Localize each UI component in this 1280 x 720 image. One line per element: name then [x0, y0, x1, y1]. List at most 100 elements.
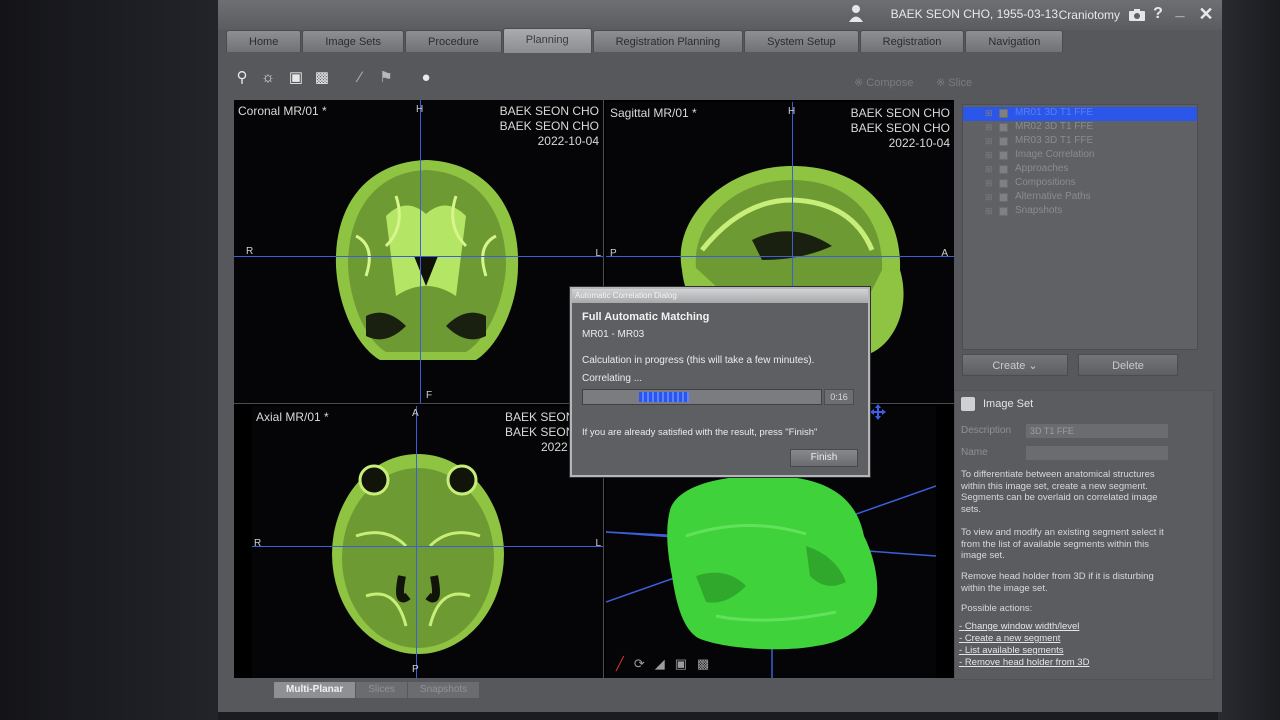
expand-icon[interactable]: ⊞ — [985, 150, 993, 161]
flag-icon[interactable]: ⚑ — [376, 68, 396, 88]
stamp-icon[interactable]: ▩ — [312, 68, 332, 88]
action-link[interactable]: - List available segments — [959, 645, 1064, 657]
tree-item[interactable]: ⊞ MR02 3D T1 FFE — [963, 121, 1197, 135]
tab-snapshots[interactable]: Snapshots — [407, 682, 480, 698]
action-link-label: Remove head holder from 3D — [964, 657, 1090, 668]
action-link[interactable]: - Create a new segment — [959, 633, 1060, 645]
expand-icon[interactable]: ⊞ — [985, 108, 993, 119]
tree-item[interactable]: ⊞ Image Correlation — [963, 149, 1197, 163]
sphere-icon[interactable]: ● — [416, 68, 436, 88]
tree-item[interactable]: ⊞ Alternative Paths — [963, 191, 1197, 205]
sagittal-name-1: BAEK SEON CHO — [850, 106, 950, 120]
close-button[interactable]: ✕ — [1196, 4, 1216, 25]
tab-system-setup[interactable]: System Setup — [744, 30, 859, 52]
tab-procedure[interactable]: Procedure — [404, 30, 502, 52]
dialog-status: Calculation in progress (this will take … — [582, 355, 815, 366]
compose-label: Compose — [866, 77, 914, 89]
tree-item-label: Compositions — [1015, 177, 1076, 188]
tab-image-sets[interactable]: Image Sets — [302, 30, 404, 52]
tree-item[interactable]: ⊞ Compositions — [963, 177, 1197, 191]
coronal-orient-right: L — [595, 248, 601, 259]
coronal-name-1: BAEK SEON CHO — [499, 104, 599, 118]
rotate-icon[interactable]: ⟳ — [634, 656, 645, 672]
camera-icon[interactable]: ▣ — [675, 656, 687, 672]
axes-icon[interactable]: ╱ — [616, 656, 624, 672]
ruler-icon[interactable]: ∕ — [350, 68, 370, 88]
description-field[interactable]: 3D T1 FFE — [1025, 423, 1169, 439]
axial-orient-bottom: P — [412, 664, 419, 675]
tab-home[interactable]: Home — [226, 30, 302, 52]
tab-multi-planar[interactable]: Multi-Planar — [274, 682, 356, 698]
cube-icon — [961, 397, 975, 411]
expand-icon[interactable]: ⊞ — [985, 206, 993, 217]
camera-icon[interactable] — [1128, 8, 1146, 22]
elapsed-time: 0:16 — [824, 389, 854, 405]
coronal-orient-top: H — [416, 104, 424, 115]
tree-item[interactable]: ⊞ Snapshots — [963, 205, 1197, 219]
coronal-brain-image — [335, 160, 519, 360]
expand-icon[interactable]: ⊞ — [985, 164, 993, 175]
folder-icon — [999, 123, 1008, 132]
tab-registration-planning[interactable]: Registration Planning — [592, 30, 744, 52]
tab-slices[interactable]: Slices — [356, 682, 407, 698]
name-label: Name — [961, 447, 988, 458]
folder-icon — [999, 109, 1008, 118]
coronal-label: Coronal MR/01 * — [238, 104, 327, 118]
sagittal-orient-right: A — [941, 248, 948, 259]
expand-icon[interactable]: ⊞ — [985, 178, 993, 189]
action-link[interactable]: - Change window width/level — [959, 621, 1079, 633]
compose-button[interactable]: ※ Compose — [854, 76, 913, 89]
coronal-orient-left: R — [246, 246, 254, 257]
possible-actions-label: Possible actions: — [961, 603, 1033, 614]
tab-navigation[interactable]: Navigation — [965, 30, 1064, 52]
folder-icon — [999, 207, 1008, 216]
tree-item-label: MR01 3D T1 FFE — [1015, 107, 1094, 118]
create-button[interactable]: Create ⌄ — [962, 354, 1068, 376]
action-link[interactable]: - Remove head holder from 3D — [959, 657, 1089, 669]
tree-item[interactable]: ⊞ MR01 3D T1 FFE — [963, 107, 1197, 121]
camera-icon[interactable]: ▣ — [286, 68, 306, 88]
procedure-name: Craniotomy — [1058, 8, 1120, 22]
patient-icon — [849, 5, 863, 22]
expand-icon[interactable]: ⊞ — [985, 192, 993, 203]
tree-item-label: Approaches — [1015, 163, 1069, 174]
zoom-icon[interactable]: ⚲ — [232, 68, 252, 88]
correlation-progress-bar — [582, 389, 822, 405]
sagittal-date: 2022-10-04 — [888, 136, 950, 150]
finish-button[interactable]: Finish — [790, 449, 858, 467]
minimize-button[interactable]: _ — [1170, 2, 1190, 20]
sagittal-label: Sagittal MR/01 * — [610, 106, 697, 120]
sagittal-orient-top: H — [788, 106, 796, 117]
axial-viewport[interactable]: Axial MR/01 * BAEK SEON BAEK SEON 2022 A… — [252, 406, 604, 678]
help-button[interactable]: ? — [1148, 5, 1168, 23]
move-icon[interactable] — [870, 404, 886, 420]
coronal-date: 2022-10-04 — [537, 134, 599, 148]
expand-icon[interactable]: ⊞ — [985, 136, 993, 147]
tree-item-label: Alternative Paths — [1015, 191, 1091, 202]
folder-icon — [999, 165, 1008, 174]
slice-button[interactable]: ※ Slice — [936, 76, 972, 89]
image-set-header: Image Set — [961, 395, 1033, 413]
expand-icon[interactable]: ⊞ — [985, 122, 993, 133]
application-window: BAEK SEON CHO, 1955-03-13 Craniotomy ? _… — [218, 0, 1222, 712]
tab-registration[interactable]: Registration — [859, 30, 965, 52]
coronal-viewport[interactable]: Coronal MR/01 * BAEK SEON CHO BAEK SEON … — [234, 100, 604, 404]
dialog-title: Automatic Correlation Dialog — [572, 289, 868, 303]
dialog-hint: If you are already satisfied with the re… — [582, 427, 818, 438]
image-set-title: Image Set — [983, 398, 1034, 410]
sagittal-patient-info: BAEK SEON CHO BAEK SEON CHO 2022-10-04 — [851, 106, 950, 151]
dialog-heading: Full Automatic Matching — [582, 311, 710, 323]
tree-item-label: MR02 3D T1 FFE — [1015, 121, 1094, 132]
slice-label: Slice — [948, 77, 973, 89]
tab-planning[interactable]: Planning — [502, 28, 592, 53]
tree-item[interactable]: ⊞ Approaches — [963, 163, 1197, 177]
tree-item[interactable]: ⊞ MR03 3D T1 FFE — [963, 135, 1197, 149]
delete-button[interactable]: Delete — [1078, 354, 1178, 376]
action-link-label: Create a new segment — [964, 633, 1061, 644]
name-field[interactable] — [1025, 445, 1169, 461]
stamp-icon[interactable]: ▩ — [697, 656, 709, 672]
clip-icon[interactable]: ◢ — [655, 656, 665, 672]
brightness-icon[interactable]: ☼ — [258, 68, 278, 88]
help-text-1: To differentiate between anatomical stru… — [961, 469, 1158, 515]
monitor-bezel-left — [0, 0, 218, 720]
